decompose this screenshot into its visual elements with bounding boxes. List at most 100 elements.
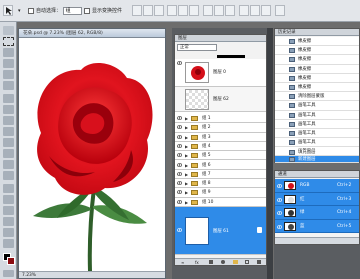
add-mask-icon[interactable] xyxy=(209,260,213,264)
layer-row-1[interactable]: 图层 62 xyxy=(175,87,266,112)
history-item[interactable]: 画笔工具 xyxy=(275,129,359,139)
auto-select-dropdown[interactable]: 组 xyxy=(62,7,82,15)
group-row-9[interactable]: ▶ 组 9 xyxy=(175,188,266,198)
history-item[interactable]: 橡皮擦 xyxy=(275,55,359,65)
distribute-vcenter-button[interactable] xyxy=(214,5,224,16)
blur-icon[interactable] xyxy=(3,160,14,169)
eye-icon[interactable] xyxy=(177,180,182,186)
path-select-icon[interactable] xyxy=(3,206,14,215)
history-item[interactable]: 画笔工具 xyxy=(275,101,359,111)
new-layer-icon[interactable] xyxy=(245,260,249,264)
eye-icon[interactable] xyxy=(277,183,282,189)
eye-icon[interactable] xyxy=(177,134,182,140)
group-row-8[interactable]: ▶ 组 8 xyxy=(175,179,266,189)
history-item[interactable]: 画笔工具 xyxy=(275,138,359,148)
history-item[interactable]: 画笔工具 xyxy=(275,111,359,120)
group-row-2[interactable]: ▶ 组 2 xyxy=(175,123,266,133)
history-item[interactable]: 画笔工具 xyxy=(275,120,359,129)
lasso-icon[interactable] xyxy=(3,48,14,57)
expand-triangle-icon[interactable]: ▶ xyxy=(185,126,188,130)
adjustment-layer-icon[interactable] xyxy=(221,260,225,264)
healing-brush-icon[interactable] xyxy=(3,94,14,103)
expand-triangle-icon[interactable]: ▶ xyxy=(185,117,188,121)
expand-triangle-icon[interactable]: ▶ xyxy=(185,163,188,168)
group-row-1[interactable]: ▶ 组 1 xyxy=(175,114,266,124)
history-brush-icon[interactable] xyxy=(3,127,14,136)
auto-select-checkbox[interactable] xyxy=(28,7,34,14)
expand-triangle-icon[interactable]: ▶ xyxy=(185,154,188,158)
eye-icon[interactable] xyxy=(177,162,182,168)
crop-icon[interactable] xyxy=(3,70,14,79)
channel-row-rgb[interactable]: RGB Ctrl+2 xyxy=(275,179,359,193)
eye-icon[interactable] xyxy=(177,143,182,149)
layer-row-0[interactable]: 图层 0 xyxy=(175,59,266,87)
eye-icon[interactable] xyxy=(177,124,182,130)
eye-icon[interactable] xyxy=(177,199,182,205)
align-right-button[interactable] xyxy=(189,5,199,16)
distribute-right-button[interactable] xyxy=(261,5,271,16)
group-row-10[interactable]: ▶ 组 10 xyxy=(175,197,266,207)
align-bottom-button[interactable] xyxy=(154,5,164,16)
expand-triangle-icon[interactable]: ▶ xyxy=(185,135,188,140)
pen-icon[interactable] xyxy=(3,184,14,193)
expand-triangle-icon[interactable]: ▶ xyxy=(185,191,188,195)
distribute-bottom-button[interactable] xyxy=(225,5,235,16)
layer-style-icon[interactable]: fx xyxy=(195,260,199,265)
move-tool-icon[interactable] xyxy=(3,5,13,16)
history-item[interactable]: 橡皮擦 xyxy=(275,83,359,93)
channel-row-blue[interactable]: 蓝 Ctrl+5 xyxy=(275,219,359,233)
link-layers-icon[interactable]: ∞ xyxy=(181,260,184,265)
align-vcenter-button[interactable] xyxy=(143,5,153,16)
auto-align-button[interactable] xyxy=(275,5,285,16)
history-item[interactable]: 橡皮擦 xyxy=(275,65,359,74)
eye-icon[interactable] xyxy=(177,171,182,177)
align-hcenter-button[interactable] xyxy=(178,5,188,16)
channel-row-green[interactable]: 绿 Ctrl+4 xyxy=(275,206,359,220)
new-group-icon[interactable] xyxy=(233,260,238,264)
quick-select-icon[interactable] xyxy=(3,59,14,68)
expand-triangle-icon[interactable]: ▶ xyxy=(185,182,188,186)
eye-icon[interactable] xyxy=(177,227,182,233)
dodge-icon[interactable] xyxy=(3,171,14,180)
expand-triangle-icon[interactable]: ▶ xyxy=(185,200,188,205)
layers-tab[interactable]: 图层 xyxy=(175,35,266,42)
channels-tab[interactable]: 通道 xyxy=(275,171,359,178)
eye-icon[interactable] xyxy=(177,60,182,66)
zoom-icon[interactable] xyxy=(3,239,14,248)
eyedropper-icon[interactable] xyxy=(3,81,14,90)
gradient-icon[interactable] xyxy=(3,149,14,158)
expand-triangle-icon[interactable]: ▶ xyxy=(185,144,188,149)
history-item[interactable]: 橡皮擦 xyxy=(275,37,359,47)
align-top-button[interactable] xyxy=(132,5,142,16)
eraser-icon[interactable] xyxy=(3,138,14,147)
hand-icon[interactable] xyxy=(3,228,14,237)
move-icon[interactable] xyxy=(3,26,14,35)
show-transform-option[interactable]: 显示变换控件 xyxy=(84,6,122,16)
document-tab[interactable]: 花朵.psd @ 7.23% (图层 62, RGB/8) xyxy=(19,29,165,38)
align-left-button[interactable] xyxy=(167,5,177,16)
layer-row-selected[interactable]: 图层 61 xyxy=(175,207,266,255)
group-row-4[interactable]: ▶ 组 4 xyxy=(175,141,266,152)
show-transform-checkbox[interactable] xyxy=(84,7,90,14)
history-item[interactable]: 清除图层蒙版 xyxy=(275,92,359,102)
zoom-level[interactable]: 7.23% xyxy=(22,273,36,278)
distribute-top-button[interactable] xyxy=(203,5,213,16)
group-row-3[interactable]: ▶ 组 3 xyxy=(175,132,266,142)
blend-mode-dropdown[interactable]: 正常 xyxy=(177,44,217,51)
tool-preset-picker[interactable]: ▾ xyxy=(18,6,21,16)
expand-triangle-icon[interactable]: ▶ xyxy=(185,172,188,177)
history-item[interactable]: 填充图层 xyxy=(275,149,359,156)
history-item[interactable]: 橡皮擦 xyxy=(275,74,359,83)
brush-icon[interactable] xyxy=(3,105,14,114)
history-tab[interactable]: 历史记录 xyxy=(275,29,359,36)
background-color-swatch[interactable] xyxy=(7,257,15,265)
type-icon[interactable] xyxy=(3,195,14,204)
auto-select-option[interactable]: 自动选择： 组 xyxy=(28,6,82,16)
clone-stamp-icon[interactable] xyxy=(3,116,14,125)
group-row-7[interactable]: ▶ 组 7 xyxy=(175,169,266,180)
eye-icon[interactable] xyxy=(177,152,182,158)
eye-icon[interactable] xyxy=(277,197,282,203)
group-row-5[interactable]: ▶ 组 5 xyxy=(175,151,266,161)
eye-icon[interactable] xyxy=(277,210,282,216)
canvas[interactable] xyxy=(19,38,165,272)
